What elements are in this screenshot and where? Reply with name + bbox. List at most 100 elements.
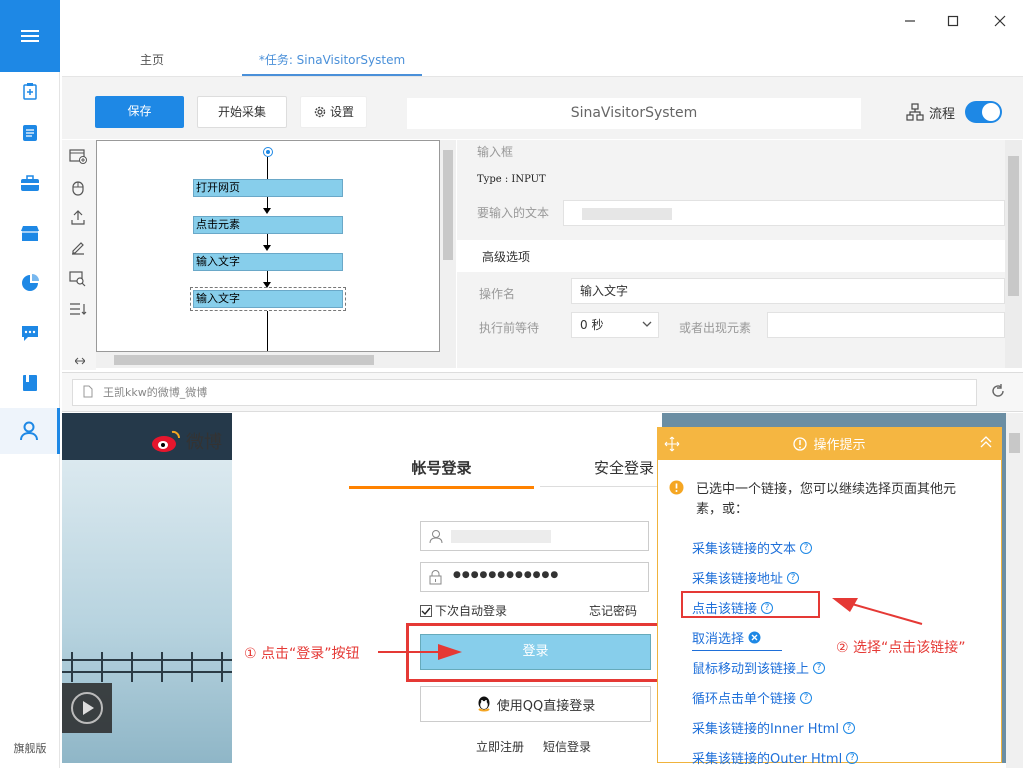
operation-name-input[interactable]: 输入文字 bbox=[571, 278, 1005, 304]
input-text-field[interactable] bbox=[563, 200, 1005, 226]
tab-divider bbox=[540, 486, 660, 487]
hamburger-menu-button[interactable] bbox=[0, 0, 60, 72]
lock-icon bbox=[429, 570, 442, 585]
tip-hover-link[interactable]: 鼠标移动到该链接上? bbox=[692, 658, 826, 677]
tip-collect-link-url[interactable]: 采集该链接地址? bbox=[692, 568, 800, 587]
qq-login-button[interactable]: 使用QQ直接登录 bbox=[420, 686, 651, 722]
sidebar-item-new-task[interactable] bbox=[0, 68, 60, 114]
scrollbar-thumb[interactable] bbox=[443, 150, 453, 260]
move-icon bbox=[664, 436, 680, 452]
maximize-icon bbox=[947, 15, 959, 27]
flow-arrowhead bbox=[263, 208, 271, 214]
close-button[interactable] bbox=[987, 8, 1013, 34]
tip-collect-inner-html[interactable]: 采集该链接的Inner Html? bbox=[692, 718, 855, 737]
sidebar-item-messages[interactable] bbox=[0, 310, 60, 356]
settings-button[interactable]: 设置 bbox=[300, 96, 367, 128]
scrollbar-thumb[interactable] bbox=[1008, 156, 1019, 296]
sidebar-item-templates[interactable] bbox=[0, 160, 60, 206]
tab-home[interactable]: 主页 bbox=[102, 44, 202, 76]
flow-connector bbox=[267, 311, 268, 351]
flow-arrowhead bbox=[263, 282, 271, 288]
refresh-button[interactable] bbox=[990, 383, 1006, 402]
refresh-icon bbox=[992, 384, 1004, 397]
flow-vertical-scrollbar[interactable] bbox=[440, 140, 456, 352]
switch-dropdown-tool[interactable] bbox=[67, 298, 89, 320]
sidebar-item-account[interactable] bbox=[0, 408, 60, 454]
minimize-button[interactable] bbox=[897, 8, 923, 34]
flow-node-open-page[interactable]: 打开网页 bbox=[193, 179, 343, 197]
gear-icon bbox=[314, 106, 326, 118]
upload-icon bbox=[71, 210, 85, 225]
collapse-tips-button[interactable] bbox=[980, 435, 992, 452]
tips-title: 操作提示 bbox=[813, 438, 866, 453]
input-text-tool[interactable] bbox=[67, 237, 89, 259]
wait-before-select[interactable]: 0 秒 bbox=[571, 312, 659, 338]
maximize-button[interactable] bbox=[940, 8, 966, 34]
mouse-icon bbox=[72, 181, 84, 196]
tip-cancel-selection[interactable]: 取消选择 bbox=[692, 628, 761, 647]
flow-connector bbox=[267, 157, 268, 179]
operation-name-label: 操作名 bbox=[479, 287, 516, 301]
tab-task[interactable]: *任务: SinaVisitorSystem bbox=[242, 44, 422, 76]
input-text-label: 要输入的文本 bbox=[477, 206, 550, 220]
flow-node-input-text[interactable]: 输入文字 bbox=[193, 253, 343, 271]
flow-toggle-switch[interactable] bbox=[965, 101, 1002, 123]
help-icon: ? bbox=[842, 721, 855, 734]
flow-canvas[interactable]: 打开网页 点击元素 输入文字 输入文字 bbox=[96, 140, 440, 352]
pie-chart-icon bbox=[22, 274, 39, 291]
help-icon: ? bbox=[787, 571, 800, 584]
expand-tools-button[interactable] bbox=[67, 354, 93, 368]
tab-secure-login[interactable]: 安全登录 bbox=[594, 457, 654, 478]
forgot-password-link[interactable]: 忘记密码 bbox=[589, 602, 637, 619]
click-link-highlight-box bbox=[681, 591, 820, 618]
username-field[interactable] bbox=[420, 521, 649, 551]
tab-account-login[interactable]: 帐号登录 bbox=[349, 457, 534, 478]
properties-scrollbar[interactable] bbox=[1005, 140, 1022, 368]
drag-handle[interactable] bbox=[664, 436, 680, 455]
sidebar-item-market[interactable] bbox=[0, 210, 60, 256]
sidebar-item-tutorial[interactable] bbox=[0, 360, 60, 406]
extract-data-tool[interactable] bbox=[67, 206, 89, 228]
recognize-captcha-tool[interactable] bbox=[67, 268, 89, 290]
register-link[interactable]: 立即注册 bbox=[476, 738, 524, 755]
sms-login-link[interactable]: 短信登录 bbox=[543, 738, 591, 755]
scrollbar-thumb[interactable] bbox=[1009, 433, 1020, 453]
or-appear-input[interactable] bbox=[767, 312, 1005, 338]
browser-vertical-scrollbar[interactable] bbox=[1006, 413, 1023, 768]
tip-collect-link-text[interactable]: 采集该链接的文本? bbox=[692, 538, 813, 557]
minimize-icon bbox=[905, 20, 915, 22]
video-play-button[interactable] bbox=[62, 683, 112, 733]
tip-loop-click-link[interactable]: 循环点击单个链接? bbox=[692, 688, 813, 707]
remember-me-checkbox[interactable]: 下次自动登录 bbox=[420, 602, 507, 619]
chevron-down-icon bbox=[642, 321, 652, 327]
advanced-header[interactable]: 高级选项 bbox=[457, 240, 1005, 272]
help-icon: ? bbox=[846, 751, 859, 764]
click-element-tool[interactable] bbox=[67, 176, 89, 198]
page-title-field[interactable]: 王凯kkw的微博_微博 bbox=[72, 379, 977, 406]
chat-icon bbox=[22, 326, 38, 341]
weibo-logo[interactable]: 微博 bbox=[150, 428, 222, 454]
flow-start-node[interactable] bbox=[263, 147, 273, 157]
start-collect-button[interactable]: 开始采集 bbox=[197, 96, 287, 128]
weibo-logo-text: 微博 bbox=[186, 432, 222, 453]
annotation-step2: ② 选择“点击该链接” bbox=[836, 640, 966, 656]
sidebar-item-tasks[interactable] bbox=[0, 110, 60, 156]
help-icon: ? bbox=[800, 691, 813, 704]
annotation-arrow-1 bbox=[378, 644, 462, 660]
wait-value: 0 秒 bbox=[580, 318, 604, 332]
flow-node-click-element[interactable]: 点击元素 bbox=[193, 216, 343, 234]
flow-node-input-text-selected[interactable]: 输入文字 bbox=[190, 287, 346, 311]
sidebar-item-statistics[interactable] bbox=[0, 260, 60, 306]
user-icon bbox=[19, 421, 38, 441]
scrollbar-thumb[interactable] bbox=[114, 355, 374, 365]
task-name-field[interactable]: SinaVisitorSystem bbox=[407, 98, 861, 129]
flow-horizontal-scrollbar[interactable] bbox=[96, 352, 456, 368]
password-field[interactable]: ●●●●●●●●●●●● bbox=[420, 562, 649, 592]
store-icon bbox=[21, 226, 39, 241]
add-step-tool[interactable] bbox=[67, 145, 89, 167]
save-button[interactable]: 保存 bbox=[95, 96, 184, 128]
checkbox-checked-icon bbox=[420, 604, 432, 617]
tips-header[interactable]: 操作提示 bbox=[657, 427, 1002, 460]
tip-collect-outer-html[interactable]: 采集该链接的Outer Html? bbox=[692, 748, 859, 767]
element-type-line: Type : INPUT bbox=[477, 174, 546, 185]
